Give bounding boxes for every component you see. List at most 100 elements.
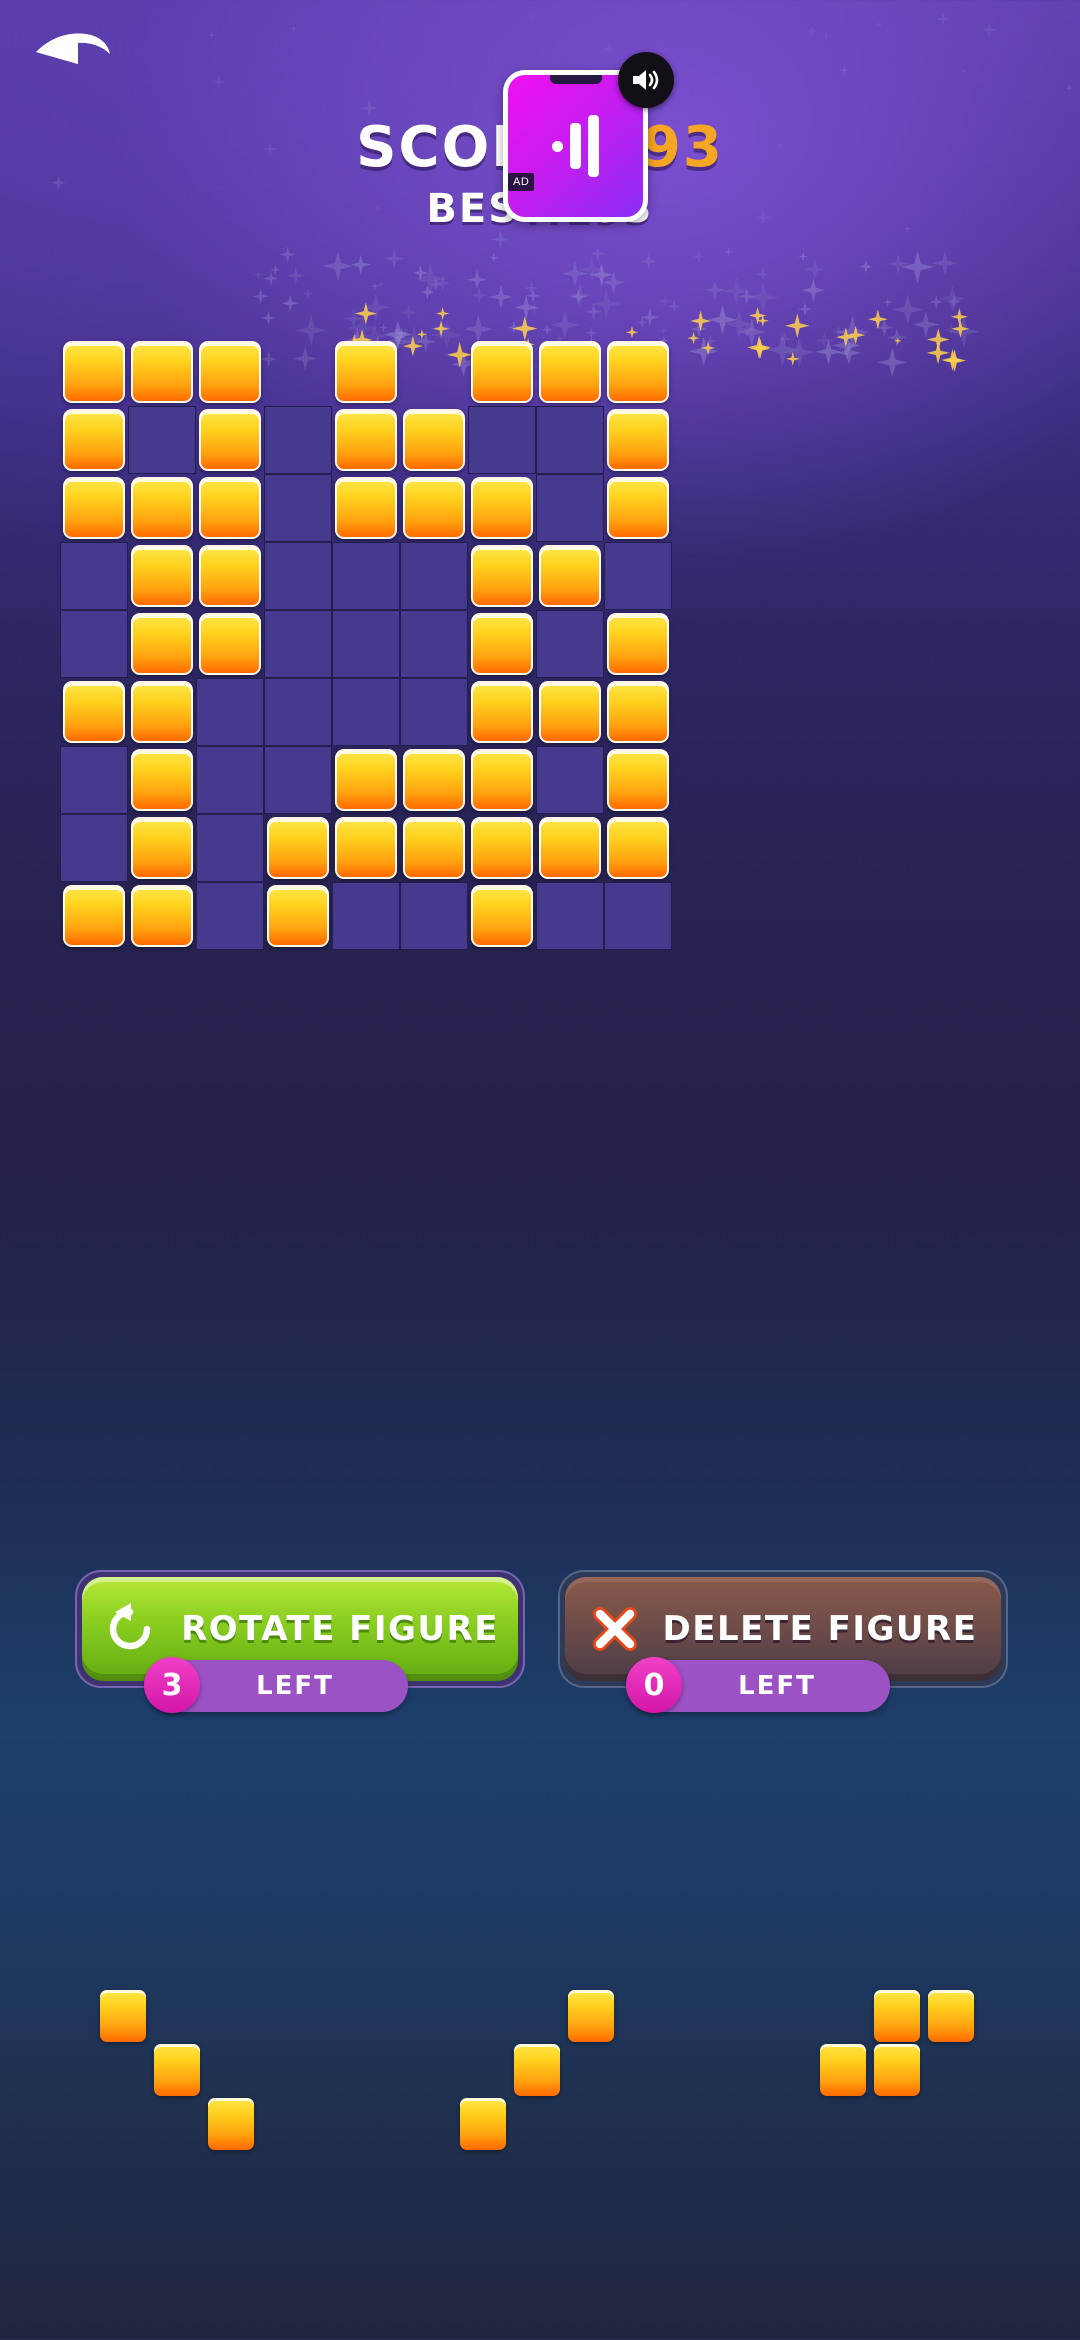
board-cell[interactable] [60,474,128,542]
board-cell[interactable] [196,406,264,474]
sound-on-icon [633,70,659,90]
board-cell[interactable] [332,542,400,610]
board-cell[interactable] [468,678,536,746]
board-cell[interactable] [536,882,604,950]
rotate-label: ROTATE FIGURE [181,1609,499,1649]
board-cell[interactable] [128,882,196,950]
board-cell[interactable] [332,338,400,406]
board-cell[interactable] [536,610,604,678]
board-cell[interactable] [264,474,332,542]
board-cell[interactable] [604,882,672,950]
tray-block [100,1990,146,2042]
board-cell[interactable] [604,814,672,882]
board-cell[interactable] [332,406,400,474]
board-cell[interactable] [196,610,264,678]
board-cell[interactable] [196,814,264,882]
board-cell[interactable] [536,814,604,882]
board-cell[interactable] [128,542,196,610]
board-cell[interactable] [60,746,128,814]
board-cell[interactable] [400,746,468,814]
rotate-count-pill: 3 LEFT [144,1657,408,1713]
board-cell[interactable] [332,610,400,678]
board-cell[interactable] [60,406,128,474]
board-cell[interactable] [400,610,468,678]
rotate-count-badge: 3 [144,1657,200,1713]
board-cell[interactable] [264,882,332,950]
board-cell[interactable] [60,542,128,610]
board-cell[interactable] [196,882,264,950]
board-cell[interactable] [128,338,196,406]
board-cell[interactable] [196,678,264,746]
tray-block [820,2044,866,2096]
board-cell[interactable] [400,406,468,474]
tray-block [208,2098,254,2150]
board-cell[interactable] [468,338,536,406]
board-cell[interactable] [332,814,400,882]
board-cell[interactable] [604,746,672,814]
board-cell[interactable] [468,610,536,678]
board-cell[interactable] [196,542,264,610]
board-cell[interactable] [468,746,536,814]
board-cell[interactable] [536,746,604,814]
board-cell[interactable] [60,882,128,950]
tray-block [874,2044,920,2096]
board-cell[interactable] [536,542,604,610]
board-cell[interactable] [604,474,672,542]
board-cell[interactable] [400,338,468,406]
board-cell[interactable] [264,338,332,406]
board-cell[interactable] [128,678,196,746]
back-arrow-icon [36,33,110,64]
board-cell[interactable] [604,610,672,678]
board-cell[interactable] [196,746,264,814]
back-button[interactable] [30,28,114,98]
board-cell[interactable] [332,678,400,746]
board-cell[interactable] [536,406,604,474]
board-cell[interactable] [400,542,468,610]
board-cell[interactable] [400,814,468,882]
board-cell[interactable] [128,406,196,474]
board-cell[interactable] [128,746,196,814]
board-cell[interactable] [604,542,672,610]
game-board[interactable] [60,338,672,950]
board-cell[interactable] [400,678,468,746]
board-cell[interactable] [264,678,332,746]
sound-toggle-button[interactable] [618,52,674,108]
board-cell[interactable] [536,338,604,406]
board-cell[interactable] [128,610,196,678]
board-cell[interactable] [468,406,536,474]
board-cell[interactable] [264,746,332,814]
board-cell[interactable] [60,610,128,678]
board-cell[interactable] [468,882,536,950]
controls-row: ROTATE FIGURE DELETE FIGURE 3 LEFT 0 LEF… [0,1570,1080,1750]
board-cell[interactable] [604,338,672,406]
tray-block [154,2044,200,2096]
board-cell[interactable] [264,406,332,474]
board-cell[interactable] [468,814,536,882]
board-cell[interactable] [60,678,128,746]
rotate-ccw-icon [109,1603,151,1650]
board-cell[interactable] [400,882,468,950]
board-cell[interactable] [536,474,604,542]
board-cell[interactable] [536,678,604,746]
board-cell[interactable] [332,474,400,542]
board-cell[interactable] [468,542,536,610]
board-cell[interactable] [60,338,128,406]
board-cell[interactable] [128,814,196,882]
board-cell[interactable] [400,474,468,542]
delete-label: DELETE FIGURE [662,1609,978,1649]
board-cell[interactable] [264,542,332,610]
tray-block [874,1990,920,2042]
cross-icon [592,1607,637,1651]
tray-block [514,2044,560,2096]
board-cell[interactable] [604,678,672,746]
board-cell[interactable] [332,746,400,814]
board-cell[interactable] [128,474,196,542]
board-cell[interactable] [196,338,264,406]
board-cell[interactable] [468,474,536,542]
board-cell[interactable] [332,882,400,950]
board-cell[interactable] [60,814,128,882]
board-cell[interactable] [264,610,332,678]
board-cell[interactable] [604,406,672,474]
board-cell[interactable] [196,474,264,542]
board-cell[interactable] [264,814,332,882]
